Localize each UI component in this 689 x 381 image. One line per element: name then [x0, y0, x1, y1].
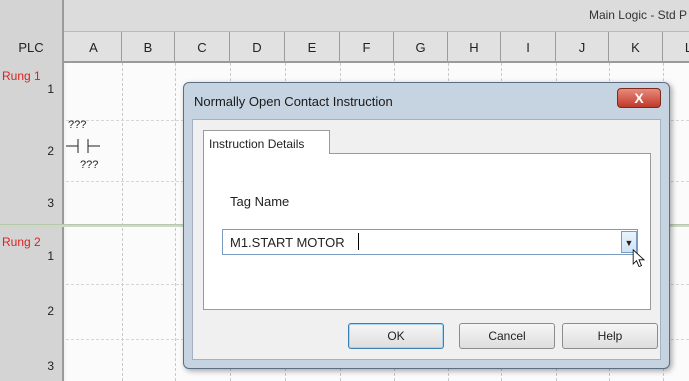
dialog-body: Tag Name M1.START MOTOR ▼ Instruction De…: [192, 119, 661, 360]
column-header-e[interactable]: E: [285, 32, 340, 63]
contact-tag-label: ???: [68, 119, 87, 131]
rung-sidebar: [0, 63, 64, 381]
column-header-c[interactable]: C: [175, 32, 230, 63]
tag-name-label: Tag Name: [230, 194, 290, 209]
column-header-d[interactable]: D: [230, 32, 285, 63]
column-header-a[interactable]: A: [66, 32, 122, 63]
tab-panel: Tag Name M1.START MOTOR ▼: [203, 153, 651, 310]
row-number[interactable]: 3: [2, 359, 54, 373]
cancel-button[interactable]: Cancel: [459, 323, 555, 349]
dialog-title: Normally Open Contact Instruction: [194, 94, 393, 109]
row-number[interactable]: 1: [2, 249, 54, 263]
help-button[interactable]: Help: [562, 323, 658, 349]
sheet-title: Main Logic - Std P: [588, 8, 687, 22]
contact-instruction-dialog: Normally Open Contact Instruction X Tag …: [183, 82, 670, 369]
tab-instruction-details[interactable]: Instruction Details: [203, 130, 330, 154]
close-button[interactable]: X: [617, 88, 661, 108]
column-header-k[interactable]: K: [609, 32, 663, 63]
column-header-g[interactable]: G: [394, 32, 448, 63]
column-header-h[interactable]: H: [448, 32, 501, 63]
row-number[interactable]: 1: [2, 82, 54, 96]
column-header-j[interactable]: J: [556, 32, 609, 63]
grid-column-line: [122, 63, 123, 381]
rung-label-2[interactable]: Rung 2: [2, 236, 41, 249]
grid-column-line: [175, 63, 176, 381]
column-header-f[interactable]: F: [340, 32, 394, 63]
tag-name-combobox[interactable]: M1.START MOTOR ▼: [222, 229, 638, 255]
ok-button[interactable]: OK: [348, 323, 444, 349]
row-number[interactable]: 2: [2, 144, 54, 158]
contact-address-label: ???: [80, 159, 99, 171]
sheet-title-bar: [0, 0, 689, 32]
column-header-b[interactable]: B: [122, 32, 175, 63]
corner-cell: [0, 0, 64, 32]
normally-open-contact-icon[interactable]: [66, 136, 122, 156]
mouse-pointer-icon: [632, 249, 646, 268]
row-number[interactable]: 2: [2, 304, 54, 318]
tag-name-value[interactable]: M1.START MOTOR: [230, 235, 345, 250]
plc-column-label: PLC: [0, 32, 64, 63]
text-caret: [358, 233, 359, 250]
row-number[interactable]: 3: [2, 196, 54, 210]
column-header-l[interactable]: L: [663, 32, 689, 63]
column-header-i[interactable]: I: [501, 32, 556, 63]
